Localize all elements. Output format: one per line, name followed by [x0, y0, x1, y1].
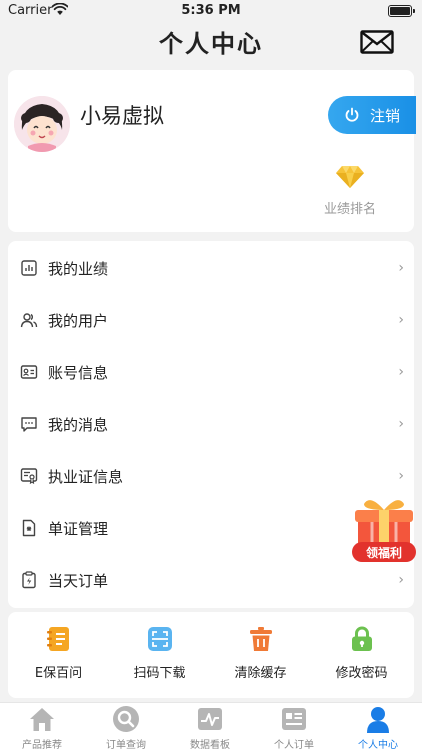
tab-label: 产品推荐 — [22, 740, 62, 750]
mail-icon[interactable] — [360, 30, 394, 54]
chevron-right-icon: › — [398, 468, 404, 484]
page-title: 个人中心 — [159, 30, 263, 58]
logout-label: 注销 — [370, 106, 401, 125]
menu-item-performance[interactable]: 我的业绩 › — [8, 242, 414, 294]
power-icon — [345, 107, 359, 122]
tab-bar: 产品推荐 订单查询 数据看板 个人订单 个人中心 — [0, 702, 422, 750]
dashboard-icon — [198, 708, 222, 730]
chevron-right-icon: › — [398, 364, 404, 380]
tool-label: 扫码下载 — [133, 666, 186, 681]
tool-change-password[interactable]: 修改密码 — [311, 612, 412, 698]
chevron-right-icon: › — [398, 260, 404, 276]
tool-label: 清除缓存 — [234, 666, 287, 681]
menu-label: 我的用户 — [48, 311, 109, 330]
menu-label: 账号信息 — [48, 363, 109, 382]
clock: 5:36 PM — [181, 3, 241, 18]
users-icon — [20, 313, 38, 328]
notebook-icon — [47, 627, 69, 651]
avatar[interactable] — [14, 96, 70, 152]
menu-label: 我的消息 — [48, 415, 109, 434]
document-icon — [22, 519, 36, 537]
rank-button[interactable]: 业绩排名 — [322, 164, 378, 217]
message-icon — [21, 417, 37, 432]
chevron-right-icon: › — [398, 312, 404, 328]
promo-label: 领福利 — [365, 546, 402, 560]
tool-faq[interactable]: E保百问 — [8, 612, 109, 698]
menu-item-account[interactable]: 账号信息 › — [8, 346, 414, 398]
person-icon — [367, 707, 389, 733]
rank-label: 业绩排名 — [323, 202, 376, 217]
navigation-bar: 个人中心 — [0, 22, 422, 62]
tool-clear-cache[interactable]: 清除缓存 — [210, 612, 311, 698]
status-bar: Carrier 5:36 PM — [0, 0, 422, 22]
tab-label: 个人中心 — [358, 740, 398, 750]
diamond-icon — [336, 166, 364, 188]
menu-label: 单证管理 — [48, 519, 109, 538]
chevron-right-icon: › — [398, 416, 404, 432]
tools-grid: E保百问 扫码下载 清除缓存 修改密码 — [8, 612, 414, 698]
tab-order-search[interactable]: 订单查询 — [84, 703, 168, 750]
lock-icon — [352, 626, 372, 651]
tool-label: E保百问 — [34, 666, 83, 681]
home-icon — [30, 708, 54, 731]
logout-button[interactable]: 注销 — [328, 96, 416, 134]
orders-icon — [282, 708, 306, 730]
tab-products[interactable]: 产品推荐 — [0, 703, 84, 750]
tool-scan-download[interactable]: 扫码下载 — [109, 612, 210, 698]
clipboard-icon — [22, 571, 36, 589]
tab-label: 数据看板 — [190, 740, 230, 750]
trash-icon — [250, 627, 272, 651]
tool-label: 修改密码 — [335, 666, 388, 681]
menu-label: 执业证信息 — [48, 467, 124, 486]
chevron-right-icon: › — [398, 572, 404, 588]
battery-icon — [388, 5, 415, 17]
certificate-icon — [20, 468, 38, 485]
chart-icon — [21, 260, 37, 276]
scan-icon — [148, 627, 172, 651]
username: 小易虚拟 — [80, 104, 164, 128]
menu-item-messages[interactable]: 我的消息 › — [8, 398, 414, 450]
tab-personal-center[interactable]: 个人中心 — [336, 703, 420, 750]
tab-label: 个人订单 — [274, 740, 314, 750]
id-card-icon — [20, 365, 38, 379]
search-icon — [113, 706, 139, 732]
menu-label: 当天订单 — [48, 571, 109, 590]
tab-dashboard[interactable]: 数据看板 — [168, 703, 252, 750]
tab-label: 订单查询 — [106, 740, 146, 750]
menu-item-users[interactable]: 我的用户 › — [8, 294, 414, 346]
profile-card: 小易虚拟 注销 业绩排名 — [8, 70, 416, 232]
tab-personal-orders[interactable]: 个人订单 — [252, 703, 336, 750]
menu-label: 我的业绩 — [48, 259, 109, 278]
promo-gift-button[interactable]: 领福利 — [352, 494, 416, 564]
